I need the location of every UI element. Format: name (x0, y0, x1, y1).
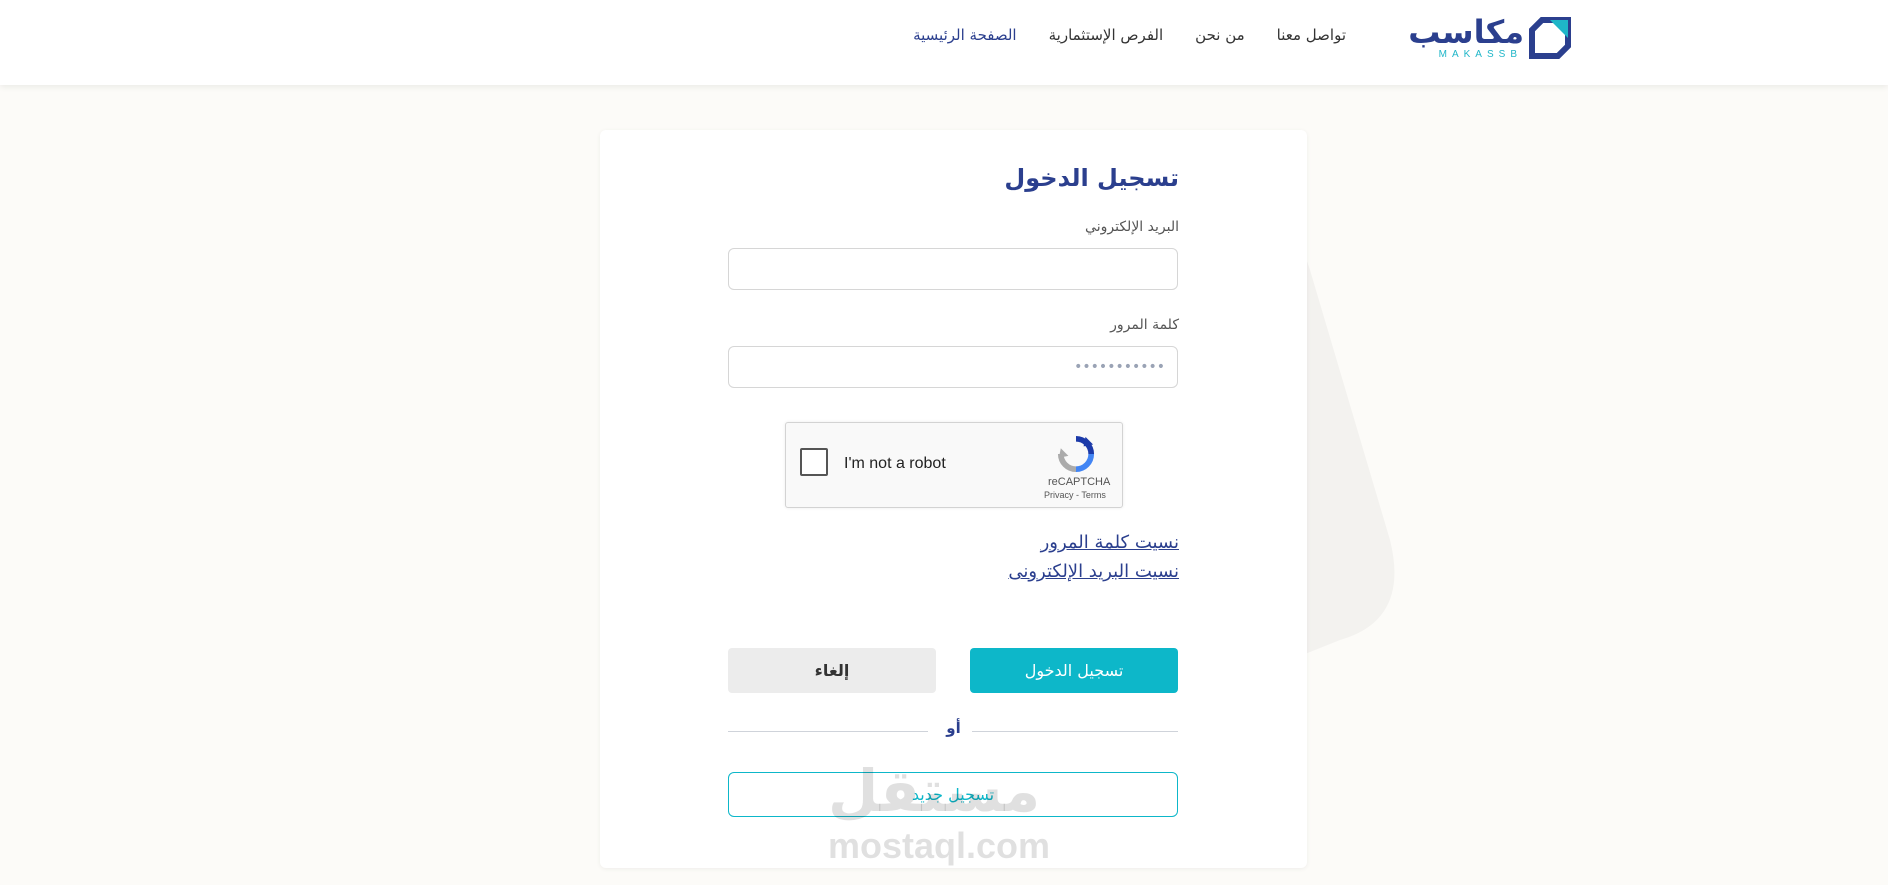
nav-item-about-us[interactable]: من نحن (1195, 26, 1245, 44)
nav-item-investment-opportunities[interactable]: الفرص الإستثمارية (1049, 26, 1164, 44)
cancel-button[interactable]: إلغاء (728, 648, 936, 693)
watermark-latin: mostaql.com (828, 825, 1051, 866)
password-label: كلمة المرور (1110, 317, 1179, 333)
login-title: تسجيل الدخول (1004, 164, 1179, 192)
recaptcha-icon (1057, 435, 1095, 473)
recaptcha-checkbox[interactable] (800, 448, 828, 476)
recaptcha-terms-link[interactable]: Terms (1081, 490, 1106, 500)
top-header: مكاسب MAKASSB الصفحة الرئيسية الفرص الإس… (0, 0, 1888, 85)
or-separator: أو (946, 719, 961, 737)
recaptcha-privacy-link[interactable]: Privacy (1044, 490, 1074, 500)
recaptcha-label: I'm not a robot (844, 455, 946, 472)
forgot-email-link[interactable]: نسيت البريد الإلكترونى (1008, 561, 1179, 582)
divider-line-left (728, 731, 928, 732)
logo-latin-text: MAKASSB (1438, 49, 1522, 60)
watermark-arabic: مستقل (828, 757, 1041, 825)
logo-mark-icon (1529, 17, 1571, 59)
makassb-logo[interactable]: مكاسب MAKASSB (1408, 12, 1572, 60)
main-nav: الصفحة الرئيسية الفرص الإستثمارية من نحن… (913, 26, 1346, 44)
password-field[interactable] (728, 346, 1178, 388)
email-field[interactable] (728, 248, 1178, 290)
logo-wordmark: مكاسب (1408, 13, 1524, 51)
forgot-password-link[interactable]: نسيت كلمة المرور (1041, 532, 1179, 553)
email-label: البريد الإلكتروني (1085, 219, 1179, 235)
recaptcha-widget: I'm not a robot reCAPTCHA Privacy - Term… (785, 422, 1123, 508)
login-button[interactable]: تسجيل الدخول (970, 648, 1178, 693)
divider-line-right (972, 731, 1178, 732)
nav-item-contact-us[interactable]: تواصل معنا (1277, 26, 1346, 44)
recaptcha-brand: reCAPTCHA (1048, 476, 1111, 488)
recaptcha-links: Privacy - Terms (1044, 490, 1106, 500)
nav-item-home[interactable]: الصفحة الرئيسية (913, 26, 1017, 44)
